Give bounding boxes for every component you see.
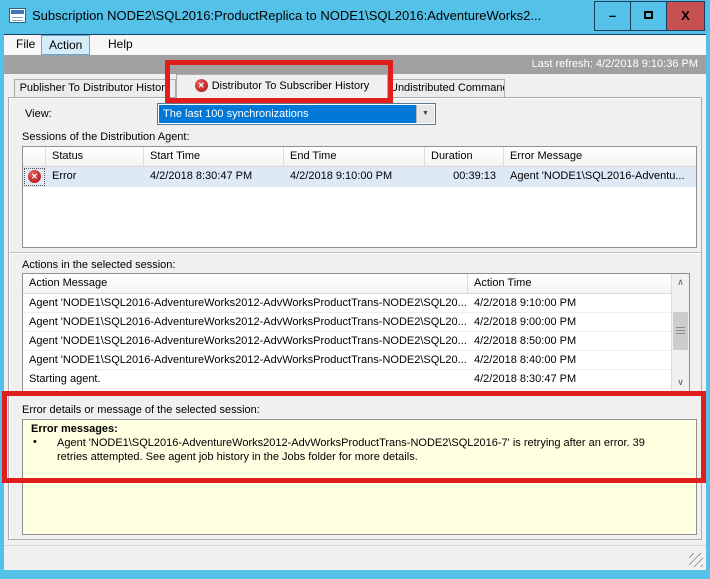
session-duration: 00:39:13 xyxy=(425,167,504,187)
actions-label: Actions in the selected session: xyxy=(22,259,175,271)
actions-table: Action Message Action Time Agent 'NODE1\… xyxy=(22,273,690,392)
actions-scrollbar[interactable]: ∧ ∨ xyxy=(671,274,689,391)
error-details-panel: Error messages: • Agent 'NODE1\SQL2016-A… xyxy=(22,419,697,535)
menu-action[interactable]: Action xyxy=(41,35,90,55)
actions-col-time[interactable]: Action Time xyxy=(468,274,651,293)
tab-label: Distributor To Subscriber History xyxy=(212,80,370,92)
action-time: 4/2/2018 8:40:00 PM xyxy=(468,351,651,369)
section-divider xyxy=(10,252,700,254)
app-icon xyxy=(9,8,26,23)
action-row[interactable]: Agent 'NODE1\SQL2016-AdventureWorks2012-… xyxy=(23,294,689,313)
action-row[interactable]: Starting agent. 4/2/2018 8:30:47 PM xyxy=(23,370,689,389)
session-row[interactable]: ✕ Error 4/2/2018 8:30:47 PM 4/2/2018 9:1… xyxy=(23,167,696,187)
sessions-col-error-message[interactable]: Error Message xyxy=(504,147,696,166)
view-label: View: xyxy=(25,108,52,120)
sessions-label: Sessions of the Distribution Agent: xyxy=(22,131,190,143)
error-messages-heading: Error messages: xyxy=(31,423,688,435)
actions-header: Action Message Action Time xyxy=(23,274,689,294)
window-title: Subscription NODE2\SQL2016:ProductReplic… xyxy=(32,8,587,23)
close-icon: X xyxy=(681,8,690,23)
sessions-col-icon[interactable] xyxy=(23,147,46,166)
action-time: 4/2/2018 9:00:00 PM xyxy=(468,313,651,331)
status-strip xyxy=(4,545,706,570)
close-button[interactable]: X xyxy=(666,1,705,31)
session-start-time: 4/2/2018 8:30:47 PM xyxy=(144,167,284,187)
minimize-icon: – xyxy=(609,8,616,23)
actions-col-message[interactable]: Action Message xyxy=(23,274,468,293)
action-message: Agent 'NODE1\SQL2016-AdventureWorks2012-… xyxy=(23,332,468,350)
sessions-col-start-time[interactable]: Start Time xyxy=(144,147,284,166)
tab-publisher-to-distributor-history[interactable]: Publisher To Distributor History xyxy=(14,79,176,97)
menu-file[interactable]: File xyxy=(9,35,42,55)
bullet-icon: • xyxy=(31,436,57,464)
action-time: 4/2/2018 8:30:47 PM xyxy=(468,370,651,388)
tab-distributor-to-subscriber-history[interactable]: ✕ Distributor To Subscriber History xyxy=(176,74,388,98)
tab-undistributed-commands[interactable]: Undistributed Commands xyxy=(389,79,505,97)
session-status: Error xyxy=(46,167,144,187)
scrollbar-grip-icon xyxy=(676,327,685,334)
action-message: Starting agent. xyxy=(23,370,468,388)
action-message: Agent 'NODE1\SQL2016-AdventureWorks2012-… xyxy=(23,313,468,331)
maximize-button[interactable] xyxy=(630,1,667,31)
sessions-col-status[interactable]: Status xyxy=(46,147,144,166)
sessions-col-duration[interactable]: Duration xyxy=(425,147,504,166)
menu-help[interactable]: Help xyxy=(101,35,140,55)
replication-monitor-window: Subscription NODE2\SQL2016:ProductReplic… xyxy=(0,0,710,579)
scroll-up-icon[interactable]: ∧ xyxy=(672,274,689,291)
action-time: 4/2/2018 8:50:00 PM xyxy=(468,332,651,350)
error-details-label: Error details or message of the selected… xyxy=(22,404,260,416)
error-message-text: Agent 'NODE1\SQL2016-AdventureWorks2012-… xyxy=(57,436,688,464)
scroll-down-icon[interactable]: ∨ xyxy=(672,374,689,391)
maximize-icon xyxy=(644,11,653,19)
action-message: Agent 'NODE1\SQL2016-AdventureWorks2012-… xyxy=(23,351,468,369)
sessions-header: Status Start Time End Time Duration Erro… xyxy=(23,147,696,167)
error-icon: ✕ xyxy=(28,170,41,183)
resize-grip[interactable] xyxy=(689,553,703,567)
error-message-item: • Agent 'NODE1\SQL2016-AdventureWorks201… xyxy=(31,436,688,464)
sessions-col-end-time[interactable]: End Time xyxy=(284,147,425,166)
chevron-down-icon[interactable]: ▼ xyxy=(416,105,434,123)
titlebar[interactable]: Subscription NODE2\SQL2016:ProductReplic… xyxy=(0,0,710,34)
tab-error-icon: ✕ xyxy=(195,79,208,92)
action-row[interactable]: Agent 'NODE1\SQL2016-AdventureWorks2012-… xyxy=(23,351,689,370)
menu-bar: File Action Help xyxy=(4,35,706,55)
action-row[interactable]: Agent 'NODE1\SQL2016-AdventureWorks2012-… xyxy=(23,332,689,351)
last-refresh-bar: Last refresh: 4/2/2018 9:10:36 PM xyxy=(4,55,706,74)
view-dropdown-selected: The last 100 synchronizations xyxy=(159,105,416,123)
session-error-message: Agent 'NODE1\SQL2016-Adventu... xyxy=(504,167,696,187)
action-time: 4/2/2018 9:10:00 PM xyxy=(468,294,651,312)
minimize-button[interactable]: – xyxy=(594,1,631,31)
sessions-table: Status Start Time End Time Duration Erro… xyxy=(22,146,697,248)
action-message: Agent 'NODE1\SQL2016-AdventureWorks2012-… xyxy=(23,294,468,312)
scrollbar-thumb[interactable] xyxy=(673,312,688,350)
session-end-time: 4/2/2018 9:10:00 PM xyxy=(284,167,425,187)
action-row[interactable]: Agent 'NODE1\SQL2016-AdventureWorks2012-… xyxy=(23,313,689,332)
view-dropdown[interactable]: The last 100 synchronizations ▼ xyxy=(157,103,436,125)
session-status-icon-cell: ✕ xyxy=(23,167,46,187)
